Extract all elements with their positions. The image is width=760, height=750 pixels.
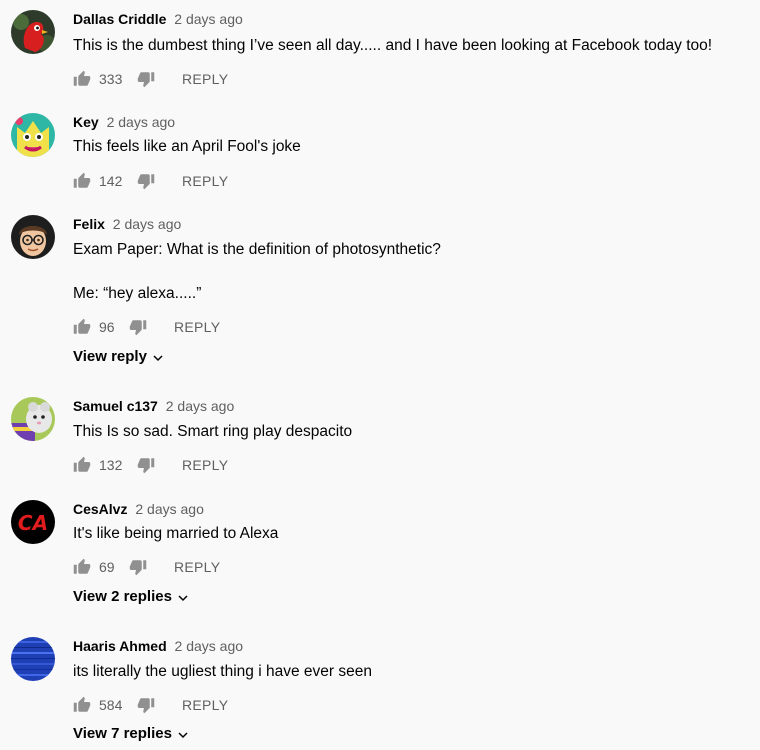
author-name[interactable]: Key (73, 114, 99, 130)
comment-header: CesAlvz 2 days ago (73, 500, 204, 518)
chevron-down-icon (177, 592, 189, 604)
like-button[interactable] (73, 696, 91, 714)
author-name[interactable]: Felix (73, 216, 105, 232)
thumbs-down-icon (137, 456, 155, 474)
comment-text: It's like being married to Alexa (73, 525, 279, 542)
view-replies-button[interactable]: View 7 replies (73, 725, 189, 742)
timestamp[interactable]: 2 days ago (135, 501, 204, 517)
hamster-avatar[interactable] (11, 397, 55, 441)
timestamp[interactable]: 2 days ago (174, 11, 243, 27)
comment-text-line: Me: “hey alexa.....” (73, 285, 202, 302)
view-replies-label: View reply (73, 348, 147, 365)
comment-text: its literally the ugliest thing i have e… (73, 663, 372, 680)
reply-button[interactable]: REPLY (174, 319, 220, 335)
comment-actions: 96 REPLY (73, 317, 220, 337)
thumbs-down-icon (137, 172, 155, 190)
dislike-button[interactable] (129, 558, 147, 576)
comment-text: This Is so sad. Smart ring play despacit… (73, 423, 353, 440)
view-replies-button[interactable]: View 2 replies (73, 588, 189, 605)
reply-button[interactable]: REPLY (182, 173, 228, 189)
like-button[interactable] (73, 318, 91, 336)
avatar-initials: CA (18, 511, 48, 535)
comment-text: This is the dumbest thing I’ve seen all … (73, 37, 713, 54)
thumbs-down-icon (137, 696, 155, 714)
reply-button[interactable]: REPLY (182, 71, 228, 87)
comment-actions: 132 REPLY (73, 455, 228, 475)
like-button[interactable] (73, 456, 91, 474)
like-button[interactable] (73, 558, 91, 576)
like-button[interactable] (73, 172, 91, 190)
view-replies-label: View 2 replies (73, 588, 172, 605)
dislike-button[interactable] (137, 456, 155, 474)
like-count: 584 (99, 697, 123, 713)
comment-actions: 333 REPLY (73, 69, 228, 89)
comment-actions: 142 REPLY (73, 171, 228, 191)
thumbs-down-icon (129, 558, 147, 576)
thumbs-down-icon (129, 318, 147, 336)
author-name[interactable]: CesAlvz (73, 501, 127, 517)
like-count: 132 (99, 457, 123, 473)
author-name[interactable]: Haaris Ahmed (73, 638, 167, 654)
timestamp[interactable]: 2 days ago (113, 216, 182, 232)
timestamp[interactable]: 2 days ago (107, 114, 176, 130)
like-count: 142 (99, 173, 123, 189)
ca-logo-avatar[interactable]: CA (11, 500, 55, 544)
comment-text: This feels like an April Fool's joke (73, 138, 301, 155)
reply-button[interactable]: REPLY (174, 559, 220, 575)
comment-header: Key 2 days ago (73, 113, 175, 131)
dislike-button[interactable] (129, 318, 147, 336)
timestamp[interactable]: 2 days ago (175, 638, 244, 654)
comment-actions: 584 REPLY (73, 695, 228, 715)
like-count: 96 (99, 319, 115, 335)
red-bird-avatar[interactable] (11, 10, 55, 54)
like-count: 333 (99, 71, 123, 87)
thumbs-up-icon (73, 70, 91, 88)
dislike-button[interactable] (137, 70, 155, 88)
like-button[interactable] (73, 70, 91, 88)
blue-noise-avatar[interactable] (11, 637, 55, 681)
reply-button[interactable]: REPLY (182, 697, 228, 713)
thumbs-up-icon (73, 172, 91, 190)
view-replies-button[interactable]: View reply (73, 348, 164, 365)
memoji-glasses-avatar[interactable] (11, 215, 55, 259)
dislike-button[interactable] (137, 696, 155, 714)
thumbs-up-icon (73, 696, 91, 714)
author-name[interactable]: Samuel c137 (73, 398, 158, 414)
comment-text-line: Exam Paper: What is the definition of ph… (73, 241, 441, 258)
chevron-down-icon (177, 729, 189, 741)
author-name[interactable]: Dallas Criddle (73, 11, 166, 27)
view-replies-label: View 7 replies (73, 725, 172, 742)
chevron-down-icon (152, 352, 164, 364)
timestamp[interactable]: 2 days ago (166, 398, 235, 414)
dislike-button[interactable] (137, 172, 155, 190)
comment-header: Felix 2 days ago (73, 215, 181, 233)
thumbs-up-icon (73, 456, 91, 474)
thumbs-down-icon (137, 70, 155, 88)
thumbs-up-icon (73, 558, 91, 576)
cartoon-cat-avatar[interactable] (11, 113, 55, 157)
reply-button[interactable]: REPLY (182, 457, 228, 473)
comment-actions: 69 REPLY (73, 557, 220, 577)
comment-header: Samuel c137 2 days ago (73, 397, 234, 415)
comment-header: Haaris Ahmed 2 days ago (73, 637, 243, 655)
like-count: 69 (99, 559, 115, 575)
thumbs-up-icon (73, 318, 91, 336)
comment-header: Dallas Criddle 2 days ago (73, 10, 243, 28)
